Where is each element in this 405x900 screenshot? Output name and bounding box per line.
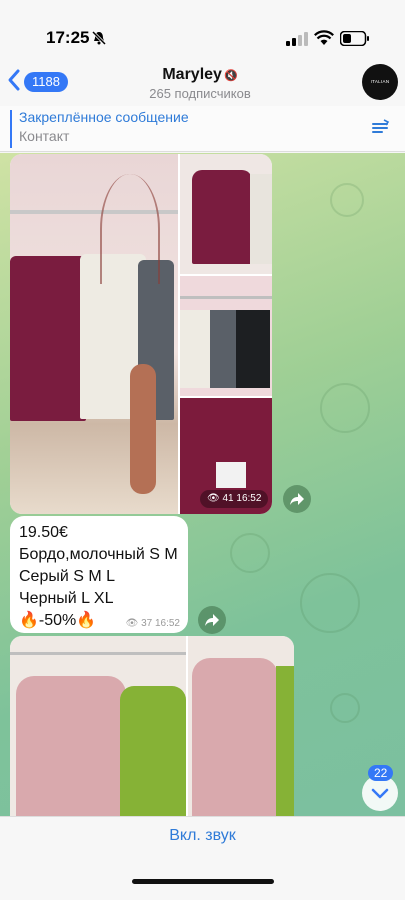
- green-cardigan: [120, 686, 186, 816]
- photo-album[interactable]: [10, 636, 294, 816]
- milk-shirt: [180, 310, 210, 388]
- cellular-signal-icon: [286, 32, 308, 46]
- wifi-icon: [314, 30, 334, 45]
- chat-header: 1188 Maryley🔇 265 подписчиков ITALIAN ST…: [0, 60, 405, 120]
- status-bar: 17:25: [0, 0, 405, 60]
- product-photo[interactable]: [10, 636, 186, 816]
- unmute-button[interactable]: Вкл. звук: [0, 827, 405, 845]
- clothing-rack: [180, 296, 272, 299]
- size-line: Бордо,молочный S M: [19, 546, 178, 563]
- wallpaper-doodle: [300, 573, 360, 633]
- product-photo[interactable]: [188, 636, 294, 816]
- clothing-label: [216, 462, 246, 488]
- message-time: 16:52: [154, 618, 180, 629]
- size-line: Черный L XL: [19, 590, 114, 607]
- home-indicator[interactable]: [132, 879, 274, 884]
- battery-icon: [340, 31, 369, 46]
- unread-count-badge[interactable]: 22: [368, 765, 394, 781]
- pink-cardigan: [192, 658, 278, 816]
- pinned-accent-line: [10, 110, 12, 148]
- wallpaper-doodle: [230, 533, 270, 573]
- vase-decoration: [130, 364, 156, 494]
- black-shirt: [236, 310, 270, 388]
- photo-album[interactable]: 👁 41 16:52: [10, 154, 272, 514]
- views-icon: 👁: [207, 493, 220, 504]
- burgundy-shirt: [192, 170, 252, 264]
- product-photo[interactable]: [180, 154, 272, 274]
- view-count: 37: [141, 618, 153, 629]
- silent-bell-icon: [92, 31, 106, 45]
- product-photo[interactable]: [180, 276, 272, 396]
- share-button[interactable]: [198, 606, 226, 634]
- channel-avatar[interactable]: ITALIAN STYLE: [362, 64, 398, 120]
- status-time: 17:25: [46, 28, 90, 47]
- share-button[interactable]: [283, 485, 311, 513]
- channel-name: Maryley: [162, 66, 222, 83]
- pinned-message-bar[interactable]: Закреплённое сообщение Контакт: [0, 106, 405, 152]
- clothing-rack: [10, 652, 186, 655]
- back-chevron-icon[interactable]: [6, 68, 22, 92]
- text-message-bubble[interactable]: 19.50€ Бордо,молочный S M Серый S M L Че…: [10, 516, 188, 633]
- telegram-screen: 17:25 1188 Maryley 🔇 265 подписчиков ITA…: [0, 0, 405, 900]
- share-arrow-icon: [205, 614, 219, 626]
- back-unread-badge[interactable]: 1188: [24, 72, 68, 92]
- pinned-text: Контакт: [19, 128, 70, 144]
- grey-shirt: [210, 310, 236, 388]
- chat-area[interactable]: 👁 41 16:52 19.50€ Бордо,молочный S M Сер…: [0, 153, 405, 816]
- channel-title-area[interactable]: Maryley 🔇 265 подписчиков: [100, 66, 300, 101]
- pink-cardigan: [16, 676, 126, 816]
- muted-icon: 🔇: [223, 70, 238, 82]
- wallpaper-doodle: [330, 183, 364, 217]
- views-icon: 👁: [125, 618, 139, 629]
- white-shirt: [250, 174, 272, 264]
- pinned-title: Закреплённое сообщение: [19, 109, 189, 125]
- wallpaper-doodle: [320, 383, 370, 433]
- share-arrow-icon: [290, 493, 304, 505]
- subscriber-count: 265 подписчиков: [149, 86, 251, 101]
- album-meta: 👁 41 16:52: [200, 490, 269, 508]
- price-line: 19.50€: [19, 524, 68, 541]
- burgundy-shirt: [10, 256, 86, 421]
- pinned-list-icon[interactable]: [370, 118, 390, 138]
- message-meta: 👁 37 16:52: [126, 618, 180, 629]
- dried-grass-decoration: [100, 174, 160, 284]
- message-time: 16:52: [236, 493, 262, 504]
- size-line: Серый S M L: [19, 568, 116, 585]
- bottom-bar: Вкл. звук: [0, 816, 405, 900]
- green-cardigan: [276, 666, 294, 816]
- product-photo[interactable]: [10, 154, 178, 514]
- wallpaper-doodle: [330, 693, 360, 723]
- view-count: 41: [222, 493, 234, 504]
